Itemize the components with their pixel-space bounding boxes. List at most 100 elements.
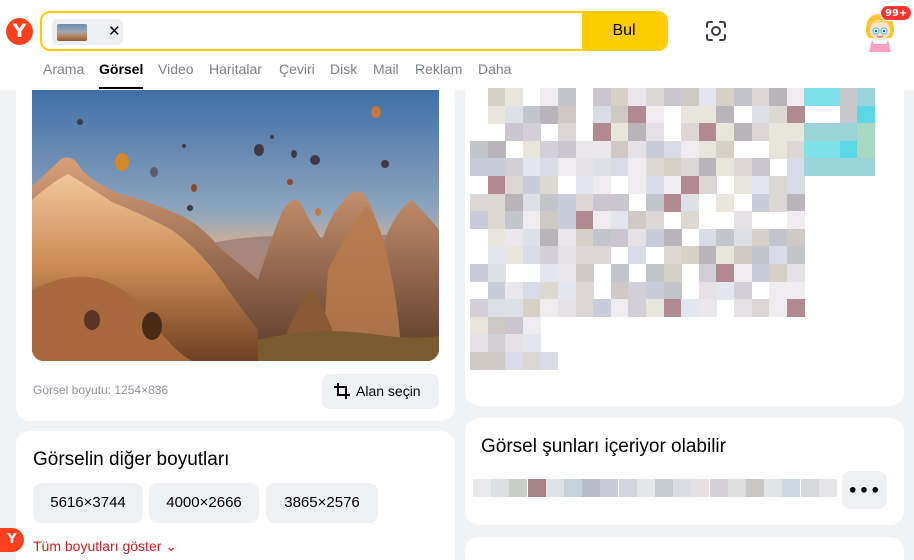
mosaic-pixel — [628, 281, 647, 300]
mosaic-pixel — [470, 193, 488, 212]
mosaic-pixel — [505, 316, 524, 335]
mosaic-pixel — [575, 193, 594, 212]
mosaic-pixel — [470, 158, 488, 177]
mosaic-pixel — [487, 246, 506, 265]
tab-mail[interactable]: Mail — [373, 61, 399, 89]
similar-images-mosaic[interactable] — [470, 88, 876, 388]
tag-pixel — [655, 479, 673, 497]
tab-disk[interactable]: Disk — [330, 61, 357, 89]
tab-daha[interactable]: Daha — [478, 61, 511, 89]
mosaic-pixel — [734, 88, 752, 106]
camera-lens-icon[interactable] — [704, 19, 728, 43]
mosaic-pixel — [857, 88, 876, 106]
mosaic-pixel — [610, 264, 629, 282]
size-option[interactable]: 3865×2576 — [266, 483, 378, 523]
tab-video[interactable]: Video — [158, 61, 194, 89]
mosaic-pixel — [575, 299, 594, 318]
mosaic-pixel — [575, 281, 594, 300]
tab-haritalar[interactable]: Haritalar — [209, 61, 262, 89]
mosaic-pixel — [646, 264, 664, 282]
mosaic-pixel — [522, 281, 541, 300]
tag-pixel — [618, 479, 637, 497]
mosaic-pixel — [558, 88, 576, 106]
tab-reklam[interactable]: Reklam — [415, 61, 462, 89]
mosaic-pixel — [646, 140, 664, 159]
mosaic-pixel — [681, 193, 700, 212]
select-area-button[interactable]: Alan seçin — [322, 374, 439, 409]
mosaic-pixel — [663, 228, 682, 247]
mosaic-pixel — [734, 281, 752, 300]
tag-pixel — [782, 479, 801, 497]
mosaic-pixel — [593, 228, 612, 247]
size-option[interactable]: 5616×3744 — [33, 483, 143, 523]
mosaic-pixel — [540, 140, 559, 159]
mosaic-pixel — [751, 123, 770, 142]
image-contains-title: Görsel şunları içeriyor olabilir — [481, 436, 726, 457]
mosaic-pixel — [734, 123, 752, 142]
mosaic-pixel — [839, 158, 858, 177]
yandex-mini-logo[interactable]: Y — [0, 528, 24, 552]
tag-pixel — [800, 479, 819, 497]
mosaic-pixel — [786, 211, 805, 230]
search-bar[interactable]: ✕ Bul — [40, 11, 668, 51]
mosaic-pixel — [769, 281, 788, 300]
mosaic-pixel — [716, 105, 735, 124]
mosaic-pixel — [540, 88, 559, 106]
mosaic-pixel — [734, 246, 752, 265]
mosaic-pixel — [593, 88, 612, 106]
mosaic-pixel — [698, 140, 717, 159]
mosaic-pixel — [487, 105, 506, 124]
mosaic-pixel — [540, 228, 559, 247]
mosaic-pixel — [839, 140, 858, 159]
tab-arama[interactable]: Arama — [43, 61, 84, 89]
show-all-sizes-link[interactable]: Tüm boyutları göster ⌄ — [33, 538, 177, 555]
mosaic-pixel — [769, 105, 788, 124]
mosaic-pixel — [505, 246, 524, 265]
mosaic-pixel — [487, 281, 506, 300]
mosaic-pixel — [786, 264, 805, 282]
mosaic-pixel — [505, 123, 524, 142]
mosaic-pixel — [822, 158, 840, 177]
more-options-button[interactable]: ••• — [842, 471, 887, 509]
mosaic-pixel — [716, 246, 735, 265]
mosaic-pixel — [857, 105, 876, 124]
mosaic-pixel — [610, 299, 629, 318]
size-option[interactable]: 4000×2666 — [149, 483, 259, 523]
tag-pixel — [709, 479, 728, 497]
mosaic-pixel — [505, 193, 524, 212]
tab-ceviri[interactable]: Çeviri — [279, 61, 315, 89]
object-tags-strip[interactable] — [473, 479, 839, 497]
mosaic-pixel — [822, 140, 840, 159]
mosaic-pixel — [751, 105, 770, 124]
mosaic-pixel — [786, 158, 805, 177]
yandex-logo[interactable]: Y — [6, 18, 33, 45]
mosaic-pixel — [540, 176, 559, 194]
mosaic-pixel — [610, 211, 629, 230]
mosaic-pixel — [786, 246, 805, 265]
mosaic-pixel — [575, 246, 594, 265]
mosaic-pixel — [610, 193, 629, 212]
mosaic-pixel — [540, 299, 559, 318]
mosaic-pixel — [716, 281, 735, 300]
mosaic-pixel — [663, 264, 682, 282]
close-icon[interactable]: ✕ — [108, 22, 121, 40]
mosaic-pixel — [628, 105, 647, 124]
mosaic-pixel — [663, 88, 682, 106]
cappadocia-balloons-photo[interactable] — [32, 90, 439, 361]
search-button[interactable]: Bul — [582, 13, 666, 49]
image-query-chip[interactable]: ✕ — [52, 19, 123, 45]
mosaic-pixel — [558, 211, 576, 230]
query-image-thumbnail — [57, 24, 87, 41]
mosaic-pixel — [558, 105, 576, 124]
mosaic-pixel — [628, 246, 647, 265]
next-card — [465, 537, 904, 560]
mosaic-pixel — [575, 158, 594, 177]
crop-icon — [334, 383, 350, 399]
mosaic-pixel — [540, 352, 559, 370]
mosaic-pixel — [786, 228, 805, 247]
mosaic-pixel — [663, 281, 682, 300]
mosaic-pixel — [522, 334, 541, 353]
mosaic-pixel — [487, 88, 506, 106]
tab-gorsel[interactable]: Görsel — [99, 61, 144, 89]
mosaic-pixel — [646, 176, 664, 194]
